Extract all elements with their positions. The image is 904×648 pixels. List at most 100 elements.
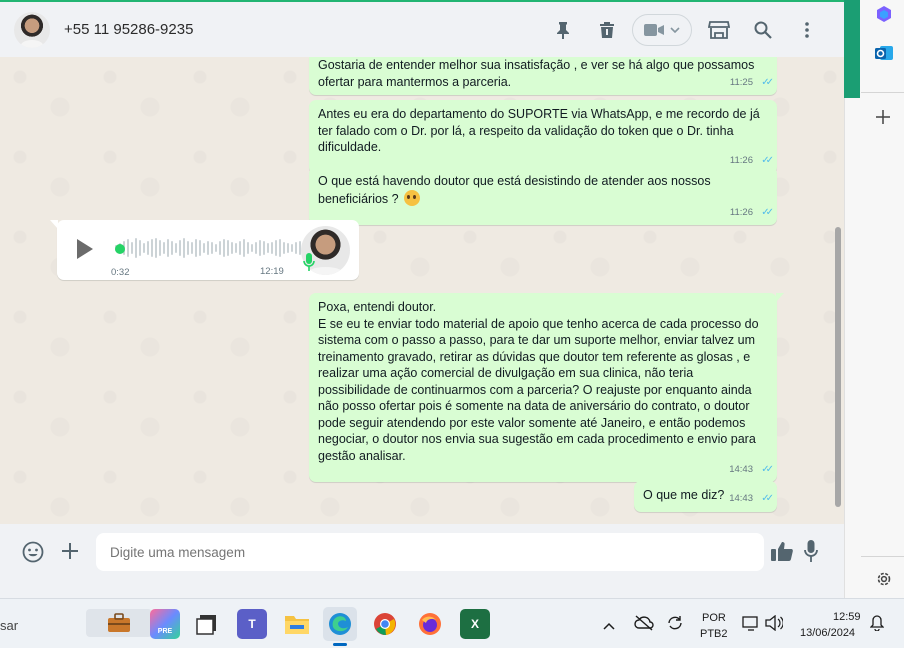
message-bubble[interactable]: O que me diz? 14:43 ✓✓ [634,481,777,512]
waveform-bar [291,244,293,252]
attach-plus-icon[interactable] [61,542,79,560]
message-text: O que me diz? [643,488,725,502]
teams-icon[interactable]: T [237,609,267,639]
message-bubble[interactable]: Gostaria de entender melhor sua insatisf… [309,57,777,95]
message-time: 11:26 [729,206,753,218]
sidebar-divider [861,92,904,93]
waveform-bar [271,242,273,254]
waveform-bar [259,240,261,256]
contact-name[interactable]: +55 11 95286-9235 [64,21,193,38]
playback-handle[interactable] [115,244,125,254]
voice-duration: 0:32 [111,267,130,278]
waveform-bar [143,243,145,253]
waveform-bar [175,243,177,253]
search-icon[interactable] [746,14,780,46]
waveform-bar [207,241,209,255]
waveform-bar [135,238,137,258]
window-accent-strip [844,0,860,98]
excel-icon[interactable]: X [460,609,490,639]
chat-header: +55 11 95286-9235 [0,0,844,57]
waveform-bar [247,242,249,254]
waveform-bar [191,242,193,254]
briefcase-widget[interactable] [86,609,152,637]
waveform-bar [275,240,277,256]
message-text: Gostaria de entender melhor sua insatisf… [318,58,758,89]
waveform-bar [211,242,213,254]
app-square-icon[interactable] [192,609,222,639]
video-icon [644,24,664,36]
copilot-icon[interactable] [875,5,893,28]
message-bubble[interactable]: Antes eu era do departamento do SUPORTE … [309,100,777,174]
menu-icon[interactable] [790,14,824,46]
file-explorer-icon[interactable] [282,609,312,639]
edge-icon[interactable] [323,607,357,641]
waveform-bar [183,238,185,258]
waveform-bar [235,243,237,253]
microphone-icon[interactable] [804,540,818,562]
waveform-bar [263,241,265,255]
waveform-bar [231,242,233,254]
play-icon[interactable] [77,239,93,259]
add-icon[interactable] [876,110,890,129]
store-icon[interactable] [702,14,736,46]
message-text: Poxa, entendi doutor. E se eu te enviar … [318,300,759,463]
sidebar-divider [861,556,904,557]
volume-icon[interactable] [765,614,784,636]
chevron-up-icon[interactable] [603,617,615,635]
compose-bar [0,524,844,580]
waveform-bar [251,244,253,252]
video-call-button[interactable] [632,14,692,46]
message-input[interactable] [96,533,764,571]
clock-date[interactable]: 13/06/2024 [800,627,855,639]
read-ticks-icon: ✓✓ [761,76,774,88]
chat-scrollbar[interactable] [835,227,841,507]
input-language[interactable]: POR [702,612,726,624]
notification-bell-icon[interactable] [869,615,885,636]
waveform-bar [131,242,133,254]
waveform-bar [295,242,297,254]
copilot-pre-app[interactable]: PRE [150,609,180,639]
read-ticks-icon: ✓✓ [761,463,774,475]
waveform-bar [215,244,217,252]
message-bubble[interactable]: Poxa, entendi doutor. E se eu te enviar … [309,293,784,482]
voice-message[interactable]: 0:32 12:19 [50,220,359,280]
waveform-bar [239,241,241,255]
trash-icon[interactable] [590,14,624,46]
outlook-icon[interactable] [875,44,893,67]
waveform-bar [287,243,289,253]
taskbar-search-text[interactable]: sar [0,618,18,633]
message-time: 14:43 [729,463,753,475]
sync-icon[interactable] [666,614,684,637]
waveform-bar [199,240,201,256]
message-bubble[interactable]: O que está havendo doutor que está desis… [309,167,777,225]
message-time: 12:19 [260,266,284,277]
thumbs-up-icon[interactable] [771,541,793,561]
message-time: 14:43 [729,493,753,504]
microphone-icon [303,253,315,271]
chrome-icon[interactable] [370,609,400,639]
waveform-bar [187,241,189,255]
network-icon[interactable] [742,615,760,636]
firefox-icon[interactable] [415,609,445,639]
settings-gear-icon[interactable] [875,570,893,593]
contact-avatar[interactable] [14,11,50,48]
waveform-bar [171,241,173,255]
message-text: Antes eu era do departamento do SUPORTE … [318,107,764,154]
message-text: O que está havendo doutor que está desis… [318,174,715,206]
waveform-bar [179,240,181,256]
read-ticks-icon: ✓✓ [761,206,774,218]
message-list[interactable]: Gostaria de entender melhor sua insatisf… [0,57,844,524]
briefcase-icon [108,613,130,632]
keyboard-layout[interactable]: PTB2 [700,628,728,640]
read-ticks-icon: ✓✓ [761,493,774,504]
emoji-icon[interactable] [22,541,44,563]
cloud-off-icon[interactable] [634,615,654,636]
waveform-bar [203,243,205,253]
pleading-face-emoji-icon [404,189,421,206]
message-time: 11:25 [729,76,753,88]
waveform-bar [255,242,257,254]
waveform-bar [139,240,141,256]
pin-icon[interactable] [546,14,580,46]
header-actions [536,14,824,46]
clock-time[interactable]: 12:59 [833,611,861,623]
